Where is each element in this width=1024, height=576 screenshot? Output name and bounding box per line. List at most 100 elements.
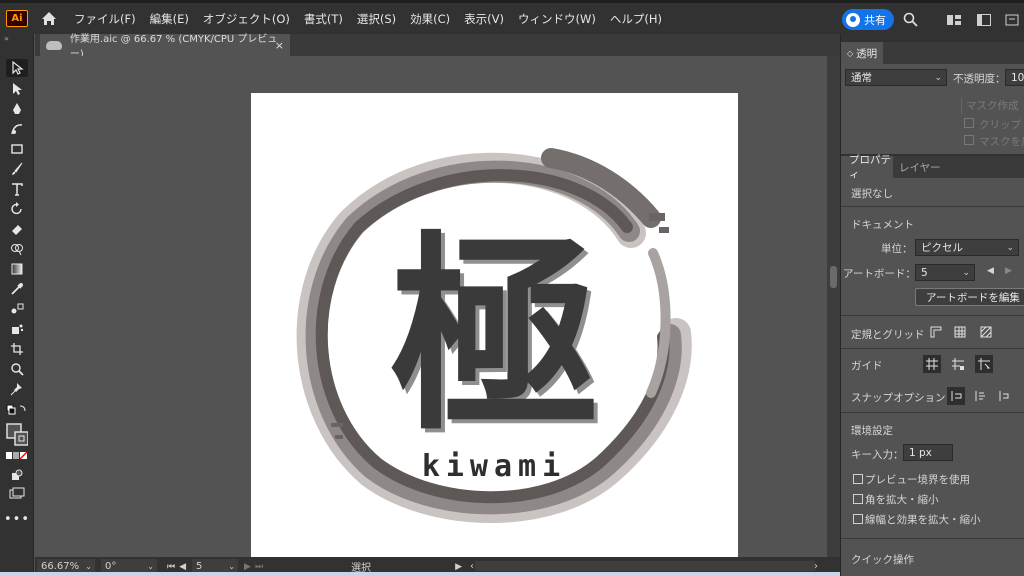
menu-object[interactable]: オブジェクト(O) [203, 11, 290, 27]
artboard-value: 5 [921, 266, 928, 279]
curvature-icon [11, 124, 23, 135]
gradient-tool[interactable] [6, 260, 28, 278]
transparency-grid-toggle[interactable] [977, 323, 995, 341]
default-colors-control[interactable] [6, 404, 28, 418]
artboard-nav-value: 5 [196, 561, 203, 572]
collapse-arrows-icon: ◇ [847, 48, 854, 58]
lock-guides-toggle[interactable] [949, 355, 967, 373]
zoom-tool[interactable] [6, 360, 28, 378]
tab-layers[interactable]: レイヤー [899, 160, 941, 175]
divider [841, 412, 1024, 413]
type-tool[interactable] [6, 180, 28, 198]
grid-toggle[interactable] [951, 323, 969, 341]
home-button[interactable] [36, 7, 62, 31]
status-menu-icon[interactable]: ▶ [455, 562, 462, 572]
scroll-left-icon[interactable]: ‹ [470, 561, 474, 572]
scroll-thumb[interactable] [830, 266, 837, 288]
units-value: ピクセル [921, 242, 963, 254]
tab-transparency-label: 透明 [856, 47, 878, 60]
preview-bounds-checkbox[interactable] [853, 474, 863, 484]
vertical-scrollbar[interactable] [827, 56, 840, 557]
opacity-label: 不透明度： [953, 73, 1006, 85]
artboard[interactable]: 極 極 kiwami [251, 93, 738, 557]
pin-tool[interactable] [6, 380, 28, 398]
chevron-down-icon: ⌄ [934, 72, 942, 83]
rotate-tool[interactable] [6, 200, 28, 218]
share-button[interactable]: 共有 [842, 9, 894, 30]
rectangle-tool[interactable] [6, 140, 28, 158]
menu-help[interactable]: ヘルプ(H) [610, 11, 662, 27]
document-tab[interactable]: 作業用.aic @ 66.67 % (CMYK/CPU プレビュー) × [40, 34, 290, 60]
canvas-area[interactable]: 極 極 kiwami [35, 56, 827, 557]
fill-stroke-icon [6, 423, 28, 446]
scale-strokes-checkbox[interactable] [853, 514, 863, 524]
edit-toolbar-button[interactable]: ••• [4, 510, 31, 528]
close-tab-icon[interactable]: × [275, 39, 284, 52]
eraser-tool[interactable] [6, 220, 28, 238]
cloud-document-icon [46, 40, 62, 50]
chevron-down-icon: ⌄ [228, 562, 236, 571]
illustrator-logo: Ai [6, 10, 28, 27]
draw-mode-button[interactable] [6, 466, 28, 484]
menu-edit[interactable]: 編集(E) [150, 11, 189, 27]
menu-file[interactable]: ファイル(F) [74, 11, 136, 27]
make-mask-button[interactable]: マスク作成 [961, 98, 1024, 114]
paintbrush-tool[interactable] [6, 160, 28, 178]
screen-mode-button[interactable] [6, 484, 28, 502]
tab-properties[interactable]: プロパティ [841, 154, 893, 181]
show-guides-toggle[interactable] [923, 355, 941, 373]
romaji-text: kiwami [422, 449, 566, 484]
previous-artboard-icon[interactable]: ◀ [987, 266, 994, 276]
units-select[interactable]: ピクセル ⌄ [915, 239, 1019, 256]
direct-selection-tool[interactable] [6, 80, 28, 98]
discover-icon[interactable] [1004, 12, 1020, 28]
rulers-toggle[interactable] [927, 323, 945, 341]
menu-window[interactable]: ウィンドウ(W) [518, 11, 596, 27]
edit-artboards-button[interactable]: アートボードを編集 [915, 288, 1024, 306]
panel-layout-icon[interactable] [976, 12, 992, 28]
curvature-tool[interactable] [6, 120, 28, 138]
next-artboard-icon[interactable]: ▶ [1005, 266, 1012, 276]
collapse-toolbar-icon[interactable]: » [4, 34, 9, 43]
shape-builder-tool[interactable] [6, 240, 28, 258]
first-artboard-icon[interactable]: ⏮ [167, 562, 175, 572]
scale-corners-label: 角を拡大・縮小 [865, 494, 939, 506]
menu-effect[interactable]: 効果(C) [410, 11, 450, 27]
snap-to-pixel-toggle[interactable] [947, 387, 965, 405]
smart-guides-toggle[interactable] [975, 355, 993, 373]
divider [841, 538, 1024, 539]
grid-icon [954, 326, 966, 338]
menu-type[interactable]: 書式(T) [304, 11, 343, 27]
blend-mode-select[interactable]: 通常 ⌄ [845, 69, 947, 86]
eyedropper-tool[interactable] [6, 280, 28, 298]
invert-mask-checkbox[interactable] [964, 135, 974, 145]
clip-checkbox[interactable] [964, 118, 974, 128]
search-icon[interactable] [903, 12, 919, 28]
menu-view[interactable]: 表示(V) [464, 11, 504, 27]
opacity-input[interactable]: 100 [1005, 69, 1024, 86]
artboard-select[interactable]: 5 ⌄ [915, 264, 975, 281]
menu-select[interactable]: 選択(S) [357, 11, 396, 27]
prev-artboard-icon[interactable]: ◀ [179, 562, 186, 572]
next-artboard-icon[interactable]: ▶ [244, 562, 251, 572]
snap-to-glyph-toggle[interactable] [995, 387, 1013, 405]
scroll-right-icon[interactable]: › [814, 561, 818, 572]
fill-stroke-swatches[interactable] [6, 422, 28, 448]
color-mode-buttons[interactable] [6, 450, 28, 462]
lock-guides-icon [952, 358, 964, 370]
symbol-sprayer-tool[interactable] [6, 320, 28, 338]
workspace-arrange-icon[interactable] [946, 12, 962, 28]
more-icon: ••• [4, 511, 31, 527]
selection-tool[interactable] [6, 59, 28, 77]
scale-corners-checkbox[interactable] [853, 494, 863, 504]
artboard-tool[interactable] [6, 340, 28, 358]
snap-to-point-toggle[interactable] [971, 387, 989, 405]
horizontal-scroll-track[interactable] [475, 561, 815, 571]
zoom-value: 66.67% [41, 561, 80, 572]
tab-transparency[interactable]: ◇ 透明 [841, 42, 883, 64]
last-artboard-icon[interactable]: ⏭ [255, 562, 263, 572]
blend-tool[interactable] [6, 300, 28, 318]
direct-selection-icon [13, 83, 22, 95]
pen-tool[interactable] [6, 100, 28, 118]
key-increment-input[interactable]: 1 px [903, 444, 953, 461]
